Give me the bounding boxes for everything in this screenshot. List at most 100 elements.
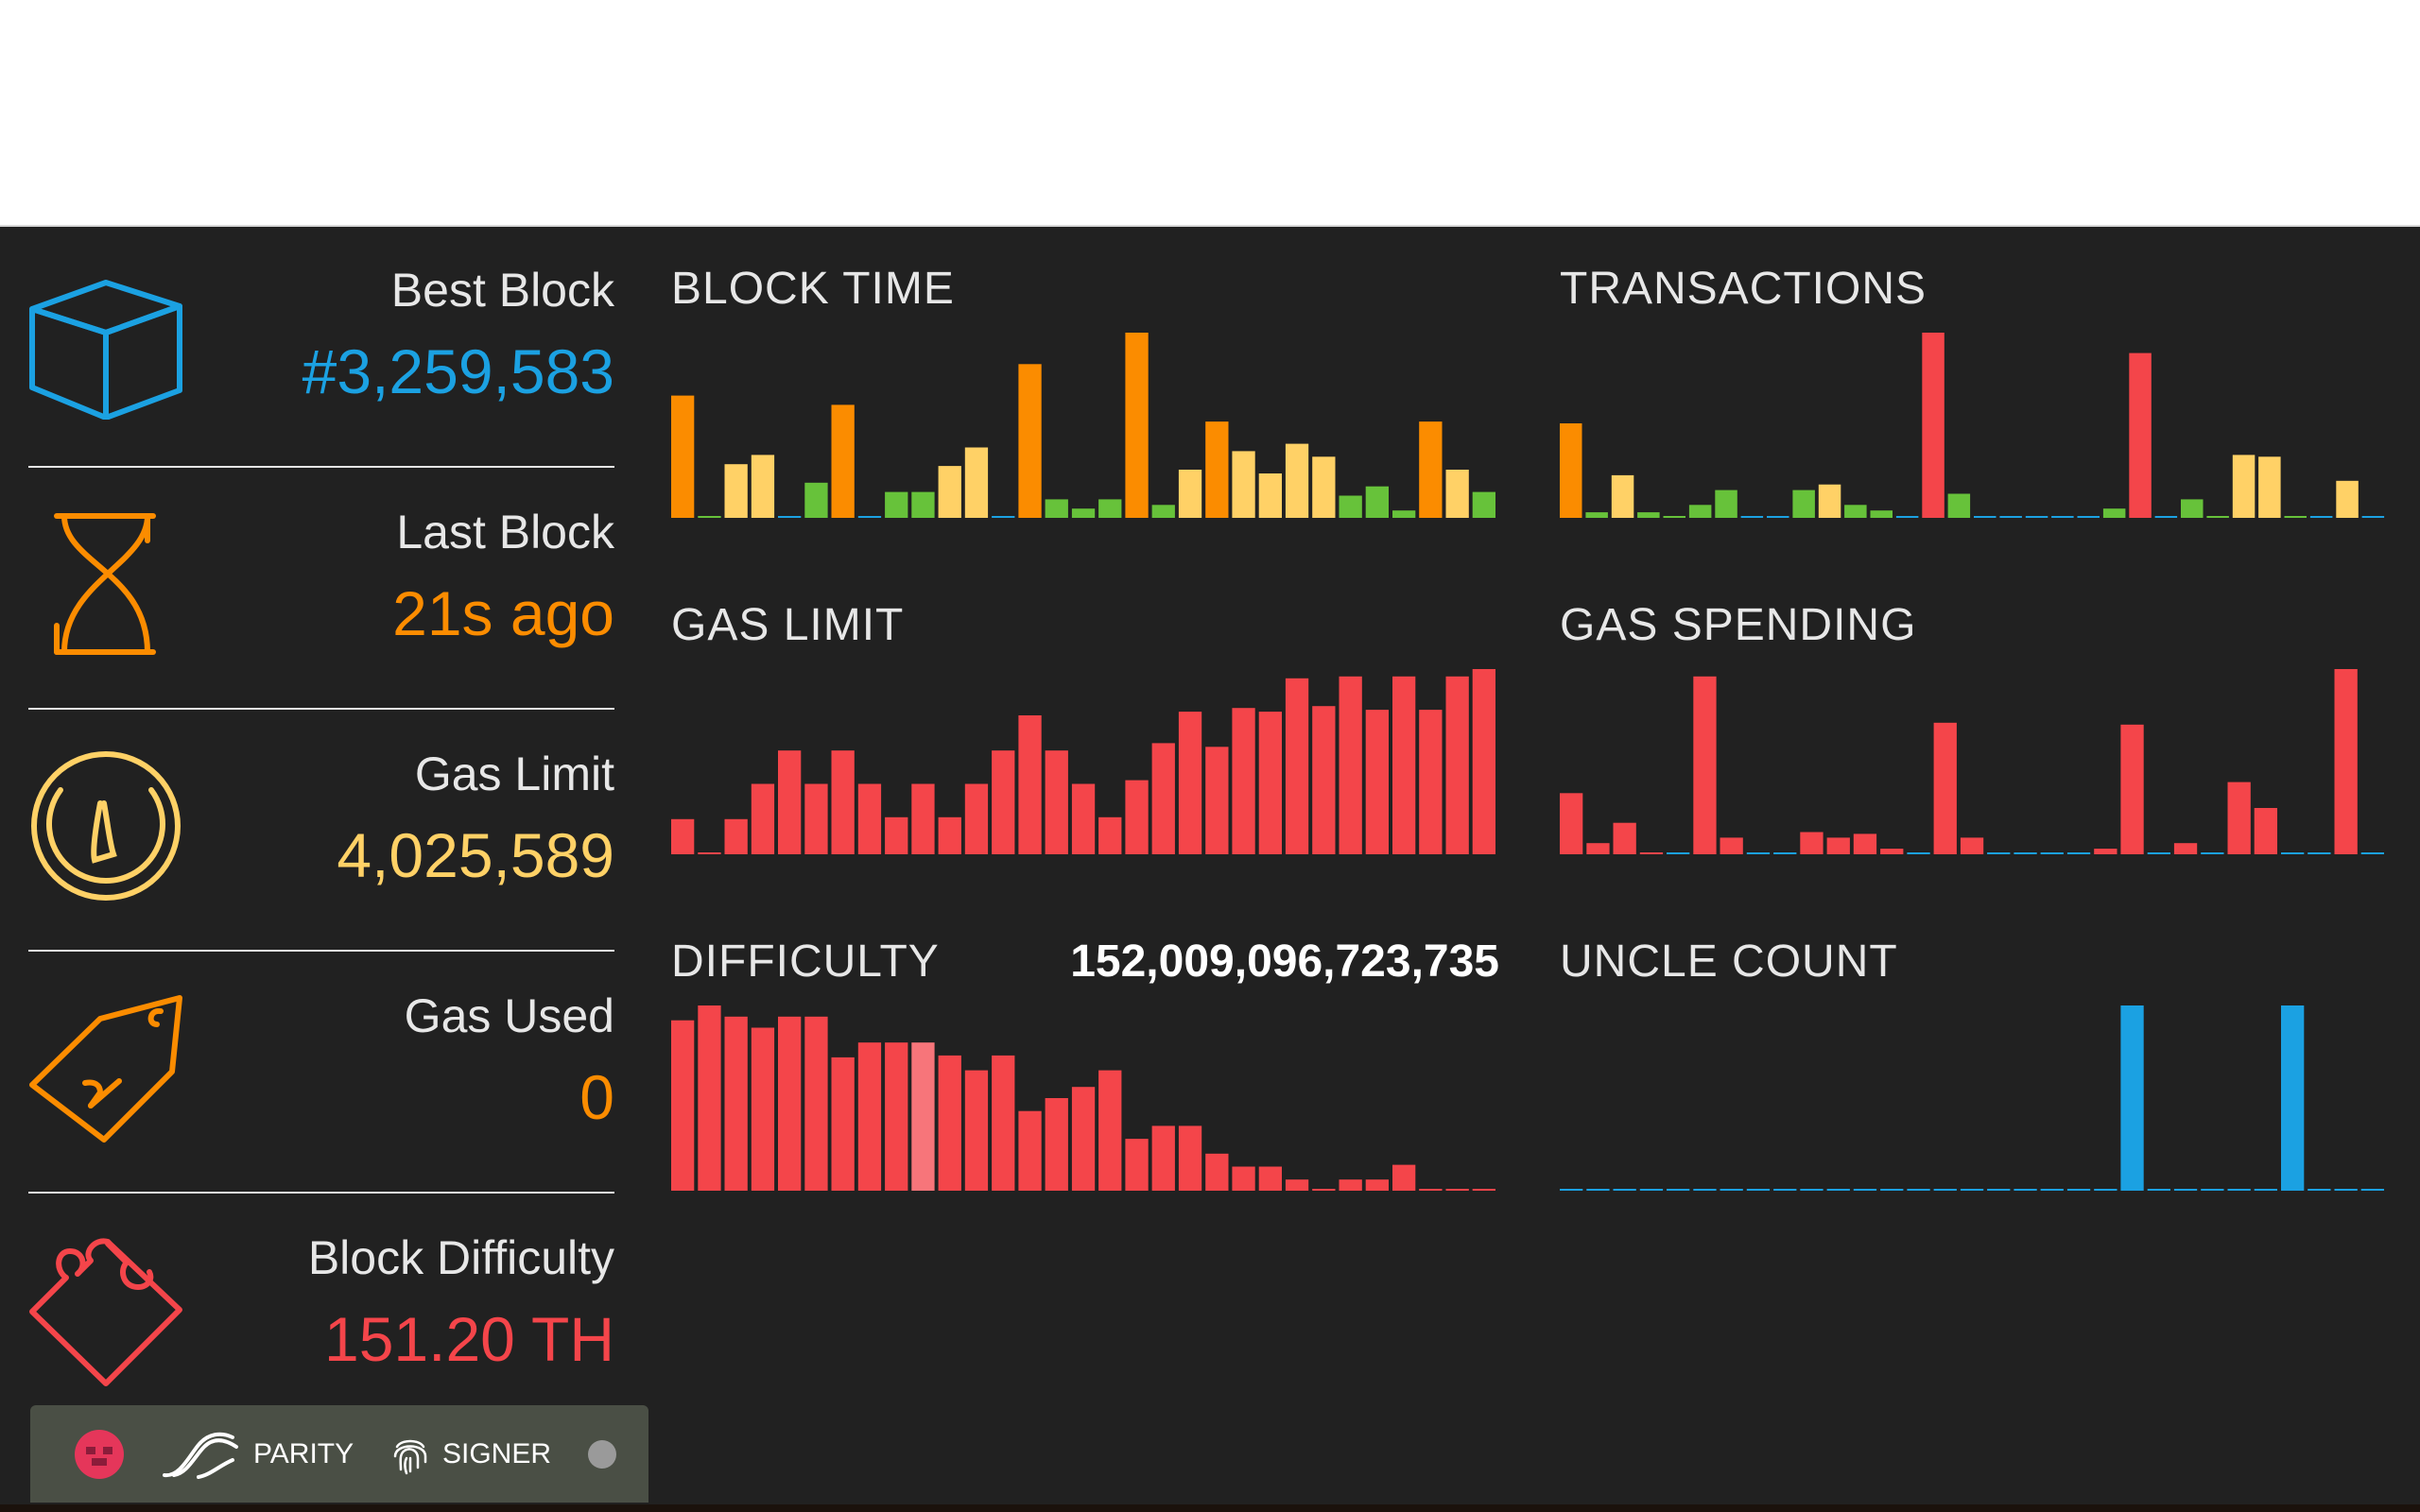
chart-bar — [1392, 1164, 1416, 1191]
chart-bar — [1339, 676, 1362, 854]
chart-bar — [1445, 1189, 1469, 1191]
status-dashboard: Best Block #3,259,583 Last Block 21s ago — [0, 227, 2420, 1504]
chart-bar — [938, 816, 961, 854]
chart-bar — [1560, 423, 1582, 518]
chart-bar — [1639, 1189, 1664, 1191]
chart-bar — [1880, 849, 1904, 854]
chart-bar — [1445, 470, 1469, 518]
chart-bar — [1045, 499, 1068, 518]
chart-bar — [2281, 1005, 2305, 1191]
parity-button[interactable]: PARITY — [161, 1405, 354, 1503]
chart-bar — [1853, 833, 1877, 854]
chart-bar — [2147, 852, 2170, 854]
chart-title: DIFFICULTY — [671, 936, 940, 987]
status-dot-icon — [588, 1439, 616, 1469]
chart-bar — [1611, 474, 1634, 518]
chart-bar — [1792, 490, 1815, 518]
chart-bar — [911, 491, 935, 518]
chart-panel-gas-spending: GAS SPENDING — [1560, 563, 2388, 854]
chart-bar — [751, 455, 775, 518]
chart-bar — [698, 852, 721, 854]
chart-bar — [1720, 837, 1743, 854]
chart-bar — [1472, 1189, 1495, 1191]
chart-bar — [2227, 782, 2251, 854]
chart-bar — [1922, 333, 1945, 518]
chart-bar — [1232, 708, 1255, 854]
chart-bar — [1285, 678, 1309, 854]
chart-bar — [2040, 852, 2064, 854]
chart-panel-transactions: TRANSACTIONS — [1560, 227, 2388, 518]
chart-bar — [671, 1020, 695, 1191]
chart-bar — [831, 404, 855, 518]
chart-bar — [992, 516, 1015, 518]
chart-bar — [2120, 1005, 2144, 1191]
chart-bar — [724, 1016, 748, 1191]
chart-bar — [1125, 333, 1149, 518]
chart-bar — [1613, 1189, 1636, 1191]
chart-bar — [1895, 516, 1919, 518]
status-avatar[interactable] — [73, 1405, 126, 1503]
chart-bar — [2094, 849, 2118, 854]
chart-bar — [857, 783, 882, 854]
stat-label: Best Block — [390, 264, 614, 317]
chart-bar — [911, 783, 935, 854]
chart-bar — [2336, 480, 2359, 518]
chart-bar — [2014, 1189, 2037, 1191]
chart-bar — [1419, 421, 1443, 518]
uncle-count-chart — [1560, 1005, 2384, 1191]
chart-panel-uncle-count: UNCLE COUNT — [1560, 900, 2388, 1191]
chart-bar — [1045, 750, 1068, 854]
chart-panel-block-time: BLOCK TIME — [671, 227, 1499, 518]
chart-bar — [1853, 1189, 1877, 1191]
chart-title: GAS LIMIT — [671, 600, 905, 650]
chart-bar — [2173, 1189, 2198, 1191]
background-strip — [0, 1504, 2420, 1512]
chart-bar — [2258, 456, 2281, 518]
chart-bar — [1392, 676, 1416, 854]
chart-bar — [2173, 843, 2198, 854]
chart-bar — [1365, 1179, 1389, 1191]
chart-bar — [1586, 1189, 1610, 1191]
chart-bar — [1232, 451, 1255, 518]
chart-bar — [831, 750, 855, 854]
signer-button[interactable]: SIGNER — [391, 1405, 551, 1503]
signer-label: SIGNER — [442, 1437, 552, 1469]
chart-bar — [1560, 1189, 1583, 1191]
chart-bar — [1907, 1189, 1930, 1191]
chart-bar — [1018, 364, 1042, 518]
chart-bar — [1987, 852, 2011, 854]
stat-value: 4,025,589 — [337, 820, 614, 890]
chart-bar — [857, 1042, 882, 1191]
chart-bar — [2254, 808, 2277, 854]
chart-bar — [1312, 706, 1336, 854]
chart-bar — [778, 1016, 802, 1191]
cube-icon — [29, 280, 182, 420]
stat-last-block: Last Block 21s ago — [28, 469, 614, 710]
stat-label: Gas Used — [404, 989, 614, 1042]
chart-bar — [1693, 676, 1717, 854]
chart-bar — [1098, 816, 1122, 854]
gas-spending-chart — [1560, 669, 2384, 854]
chart-bar — [2120, 724, 2144, 854]
stat-label: Last Block — [396, 506, 614, 558]
chart-bar — [1232, 1166, 1255, 1191]
chart-bar — [1560, 793, 1583, 854]
chart-bar — [2066, 1189, 2091, 1191]
status-indicator[interactable] — [586, 1405, 618, 1503]
chart-bar — [2360, 852, 2384, 854]
chart-bar — [2227, 1189, 2251, 1191]
chart-bar — [1205, 1153, 1229, 1191]
chart-bar — [2201, 1189, 2224, 1191]
chart-bar — [1999, 516, 2022, 518]
chart-bar — [2094, 1189, 2118, 1191]
stat-block-difficulty: Block Difficulty 151.20 TH — [28, 1194, 614, 1435]
chart-bar — [2201, 852, 2224, 854]
divider — [28, 466, 614, 468]
chart-bar — [2051, 516, 2074, 518]
top-white-bar — [0, 0, 2420, 227]
chart-bar — [2309, 516, 2333, 518]
chart-bar — [1125, 780, 1149, 854]
chart-bar — [1637, 512, 1660, 518]
chart-bar — [1045, 1098, 1068, 1191]
parity-label: PARITY — [253, 1437, 354, 1469]
